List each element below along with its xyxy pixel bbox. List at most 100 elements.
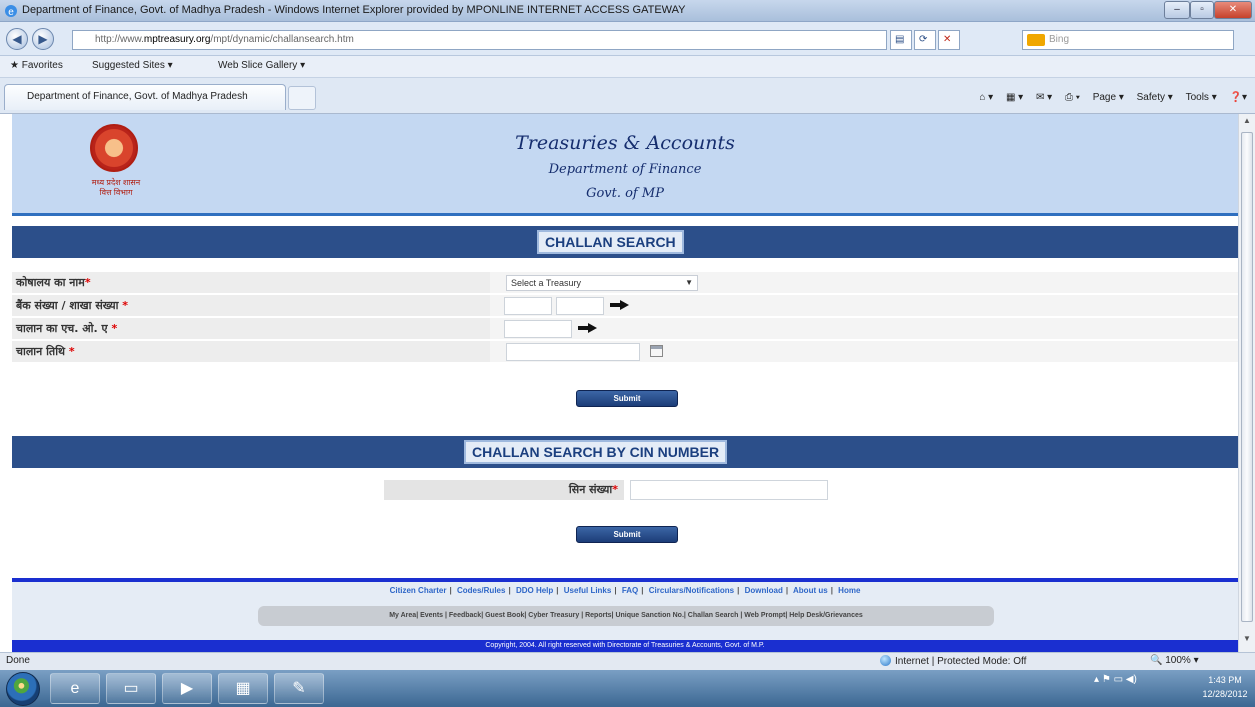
challan-hoa-input[interactable] [504, 320, 572, 338]
tab-current[interactable]: Department of Finance, Govt. of Madhya P… [4, 84, 286, 110]
scroll-down-icon[interactable]: ▼ [1241, 634, 1253, 648]
date-value-cell [490, 341, 1238, 363]
start-button[interactable] [6, 672, 40, 706]
url-path: /mpt/dynamic/challansearch.htm [210, 34, 354, 45]
new-tab-button[interactable] [288, 86, 316, 110]
favorites-label: Favorites [21, 60, 63, 71]
page-viewport: मध्य प्रदेश शासन वित्त विभाग Treasuries … [0, 114, 1255, 652]
challan-search-submit-button[interactable]: Submit [576, 390, 678, 407]
bank-number-input[interactable] [504, 297, 552, 315]
windows-taskbar: e ▭ ▶ ▦ ✎ ▴ ⚑ ▭ ◀) 1:43 PM 12/28/2012 [0, 670, 1255, 707]
chevron-down-icon: ▼ [685, 278, 693, 287]
favorites-bar: ★ Favorites Suggested Sites ▾ Web Slice … [0, 56, 1255, 78]
url-domain: mptreasury.org [143, 34, 211, 45]
stop-icon[interactable]: ✕ [938, 30, 960, 50]
footer-link-useful-links[interactable]: Useful Links [564, 586, 612, 595]
tools-menu[interactable]: Tools ▾ [1186, 92, 1217, 103]
clock[interactable]: 1:43 PM 12/28/2012 [1200, 673, 1250, 701]
scrollbar-thumb[interactable] [1241, 132, 1253, 622]
show-hidden-icons[interactable]: ▴ [1094, 674, 1099, 685]
favorites-button[interactable]: ★ Favorites [10, 60, 63, 71]
refresh-icon[interactable]: ⟳ [914, 30, 936, 50]
branch-number-input[interactable] [556, 297, 604, 315]
challan-date-input[interactable] [506, 343, 640, 361]
site-header: मध्य प्रदेश शासन वित्त विभाग Treasuries … [12, 114, 1238, 216]
scroll-up-icon[interactable]: ▲ [1241, 116, 1253, 130]
footer-links-secondary[interactable]: My Area| Events | Feedback| Guest Book| … [258, 606, 994, 626]
footer-link-download[interactable]: Download [745, 586, 783, 595]
cin-number-label: सिन संख्या* [384, 480, 624, 500]
app-taskbar-icon[interactable]: ▦ [218, 673, 268, 704]
cin-number-input[interactable] [630, 480, 828, 500]
footer-links-primary: Citizen Charter | Codes/Rules | DDO Help | … [389, 586, 861, 595]
footer-link-ddo-help[interactable]: DDO Help [516, 586, 553, 595]
cin-search-band: CHALLAN SEARCH BY CIN NUMBER [12, 436, 1238, 468]
status-text: Done [6, 655, 30, 666]
treasury-select-value: Select a Treasury [511, 278, 582, 288]
site-subtitle-department: Department of Finance [548, 162, 702, 177]
compatibility-view-icon[interactable]: ▤ [890, 30, 912, 50]
challan-search-heading: CHALLAN SEARCH [537, 230, 684, 254]
copyright-bar: Copyright, 2004. All right reserved with… [12, 640, 1238, 652]
file-explorer-taskbar-icon[interactable]: ▭ [106, 673, 156, 704]
form-row-cin: सिन संख्या* [384, 480, 828, 500]
url-field[interactable]: http://www.mptreasury.org/mpt/dynamic/ch… [72, 30, 887, 50]
help-icon[interactable]: ❓▾ [1230, 92, 1247, 103]
volume-icon[interactable]: ◀) [1126, 674, 1137, 685]
treasury-value-cell: Select a Treasury ▼ [490, 272, 1238, 294]
status-bar: Done Internet | Protected Mode: Off 🔍 10… [0, 652, 1255, 670]
footer-link-faq[interactable]: FAQ [622, 586, 638, 595]
challan-search-band: CHALLAN SEARCH [12, 226, 1238, 258]
close-window-button[interactable]: ✕ [1214, 1, 1252, 19]
paint-taskbar-icon[interactable]: ✎ [274, 673, 324, 704]
forward-button[interactable]: ▶ [32, 28, 54, 50]
bank-value-cell [490, 295, 1238, 317]
print-icon[interactable]: ⎙ ▾ [1065, 92, 1080, 103]
window-title: Department of Finance, Govt. of Madhya P… [22, 4, 686, 16]
media-player-taskbar-icon[interactable]: ▶ [162, 673, 212, 704]
minimize-button[interactable]: – [1164, 1, 1190, 19]
page-menu[interactable]: Page ▾ [1093, 92, 1124, 103]
form-row-hoa: चालान का एच. ओ. ए * [12, 318, 1238, 340]
footer-link-about-us[interactable]: About us [793, 586, 828, 595]
network-icon[interactable]: ▭ [1114, 674, 1123, 685]
zoom-level[interactable]: 🔍 100% ▾ [1150, 655, 1199, 666]
internet-explorer-taskbar-icon[interactable]: e [50, 673, 100, 704]
hoa-value-cell [490, 318, 1238, 340]
footer-link-home[interactable]: Home [838, 586, 860, 595]
bing-icon [1027, 34, 1045, 46]
footer-link-circulars[interactable]: Circulars/Notifications [649, 586, 734, 595]
web-slice-gallery-link[interactable]: Web Slice Gallery ▾ [218, 60, 305, 71]
safety-menu[interactable]: Safety ▾ [1137, 92, 1173, 103]
clock-date: 12/28/2012 [1202, 689, 1248, 699]
calendar-icon[interactable] [650, 345, 663, 357]
tab-bar: Department of Finance, Govt. of Madhya P… [0, 78, 1255, 114]
site-subtitle-govt: Govt. of MP [586, 186, 664, 201]
form-row-bank: बैंक संख्या / शाखा संख्या * [12, 295, 1238, 317]
footer: Citizen Charter | Codes/Rules | DDO Help | … [12, 582, 1238, 640]
back-button[interactable]: ◀ [6, 28, 28, 50]
globe-icon [880, 655, 891, 666]
bank-branch-number-label: बैंक संख्या / शाखा संख्या * [12, 295, 490, 317]
mail-icon[interactable]: ✉ ▾ [1036, 92, 1052, 103]
search-input[interactable]: Bing [1022, 30, 1234, 50]
feeds-icon[interactable]: ▦ ▾ [1006, 92, 1023, 103]
suggested-sites-link[interactable]: Suggested Sites ▾ [92, 60, 173, 71]
cin-search-submit-button[interactable]: Submit [576, 526, 678, 543]
vertical-scrollbar[interactable]: ▲ ▼ [1238, 114, 1255, 652]
search-placeholder: Bing [1049, 34, 1070, 45]
challan-date-label: चालान तिथि * [12, 341, 490, 363]
form-row-date: चालान तिथि * [12, 341, 1238, 363]
svg-text:e: e [8, 7, 14, 18]
treasury-select[interactable]: Select a Treasury ▼ [506, 275, 698, 291]
clock-time: 1:43 PM [1208, 675, 1242, 685]
footer-link-citizen-charter[interactable]: Citizen Charter [390, 586, 447, 595]
security-zone: Internet | Protected Mode: Off [880, 655, 1026, 667]
url-prefix: http://www. [95, 34, 144, 45]
home-icon[interactable]: ⌂ ▾ [979, 92, 993, 103]
treasury-name-label: कोषालय का नाम* [12, 272, 490, 294]
flag-icon[interactable]: ⚑ [1102, 674, 1111, 685]
footer-link-codes-rules[interactable]: Codes/Rules [457, 586, 505, 595]
cin-search-heading: CHALLAN SEARCH BY CIN NUMBER [464, 440, 728, 464]
maximize-button[interactable]: ▫ [1190, 1, 1214, 19]
